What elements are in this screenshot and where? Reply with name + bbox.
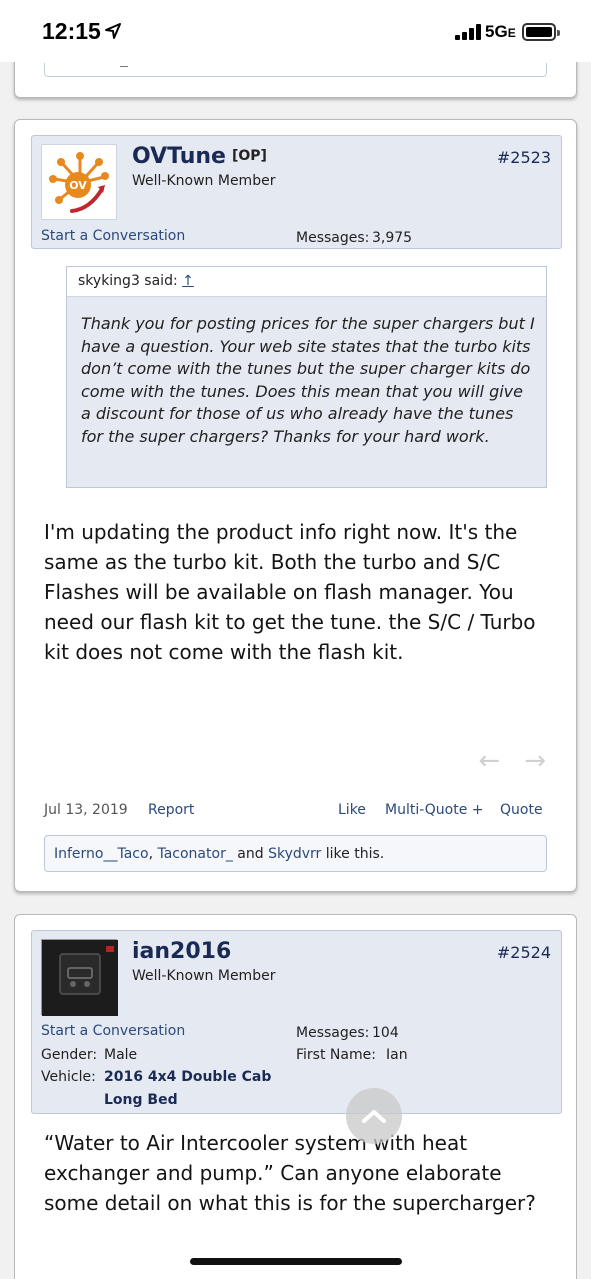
quote-header: skyking3 said: ↑ — [67, 267, 546, 297]
post-card: ian2016 Well-Known Member #2524 Start a … — [14, 914, 577, 1279]
like-user-link[interactable]: Inferno__Taco — [54, 846, 149, 862]
start-conversation-link[interactable]: Start a Conversation — [41, 228, 185, 244]
user-info-panel: OV OVTune [OP] Well-Known Member #2523 St… — [31, 135, 562, 249]
messages-label: Messages: — [296, 1025, 370, 1041]
vehicle-value: 2016 4x4 Double Cab — [104, 1069, 272, 1085]
post-message: I'm updating the product info right now.… — [44, 520, 536, 664]
chevron-up-icon — [362, 1110, 386, 1123]
quote-text: Thank you for posting prices for the sup… — [81, 314, 535, 446]
user-info-panel: ian2016 Well-Known Member #2524 Start a … — [31, 930, 562, 1114]
avatar[interactable]: OV — [41, 144, 117, 220]
svg-text:OV: OV — [69, 179, 87, 192]
ovtune-logo-icon: OV — [49, 152, 109, 213]
quote-link[interactable]: Quote — [500, 802, 543, 818]
scroll-to-top-button[interactable] — [346, 1088, 402, 1144]
post-message: “Water to Air Intercooler system with he… — [44, 1131, 536, 1215]
jump-to-quote-icon[interactable]: ↑ — [182, 273, 194, 289]
post-number[interactable]: #2524 — [497, 943, 551, 962]
messages-value: 3,975 — [372, 230, 413, 246]
gender-value: Male — [104, 1047, 138, 1063]
battery-icon — [522, 23, 560, 41]
post-card: OV OVTune [OP] Well-Known Member #2523 St… — [14, 119, 577, 892]
quote-block: skyking3 said: ↑ Thank you for posting p… — [66, 266, 547, 488]
start-conversation-link[interactable]: Start a Conversation — [41, 1023, 185, 1039]
post-number[interactable]: #2523 — [497, 148, 551, 167]
location-arrow-icon — [105, 23, 121, 39]
post-nav: ← → — [454, 746, 546, 776]
cellular-signal-icon — [455, 24, 481, 40]
username[interactable]: OVTune [OP] — [132, 144, 267, 169]
likes-summary: Inferno__Taco, Taconator_ and Skydvrr li… — [44, 835, 547, 872]
username[interactable]: ian2016 — [132, 939, 231, 964]
home-indicator[interactable] — [190, 1258, 402, 1265]
like-link[interactable]: Like — [338, 802, 366, 818]
arrow-left-icon[interactable]: ← — [478, 746, 500, 776]
op-badge: [OP] — [231, 148, 267, 164]
vehicle-value-line2: Long Bed — [104, 1092, 178, 1108]
messages-value: 104 — [372, 1025, 399, 1041]
first-name-value: Ian — [386, 1047, 408, 1063]
report-link[interactable]: Report — [148, 802, 194, 818]
post-date[interactable]: Jul 13, 2019 — [44, 802, 128, 818]
multi-quote-link[interactable]: Multi-Quote + — [385, 802, 484, 818]
arrow-right-icon[interactable]: → — [524, 746, 546, 776]
truck-emblem-icon — [42, 940, 118, 1016]
previous-post-card — [14, 62, 577, 98]
status-time: 12:15 — [42, 18, 101, 44]
user-title: Well-Known Member — [132, 968, 276, 984]
like-user-link[interactable]: Skydvrr — [268, 846, 321, 862]
status-bar: 12:15 5GE — [0, 0, 591, 62]
vehicle-label: Vehicle: — [41, 1069, 96, 1085]
avatar[interactable] — [41, 939, 118, 1016]
quote-author: skyking3 said: — [78, 273, 178, 289]
network-label: 5GE — [485, 22, 516, 41]
previous-post-likes-box — [44, 63, 547, 77]
first-name-label: First Name: — [296, 1047, 376, 1063]
forum-page: OV OVTune [OP] Well-Known Member #2523 St… — [0, 62, 591, 1279]
like-user-link[interactable]: Taconator_ — [157, 846, 232, 862]
user-title: Well-Known Member — [132, 173, 276, 189]
gender-label: Gender: — [41, 1047, 98, 1063]
messages-label: Messages: — [296, 230, 370, 246]
